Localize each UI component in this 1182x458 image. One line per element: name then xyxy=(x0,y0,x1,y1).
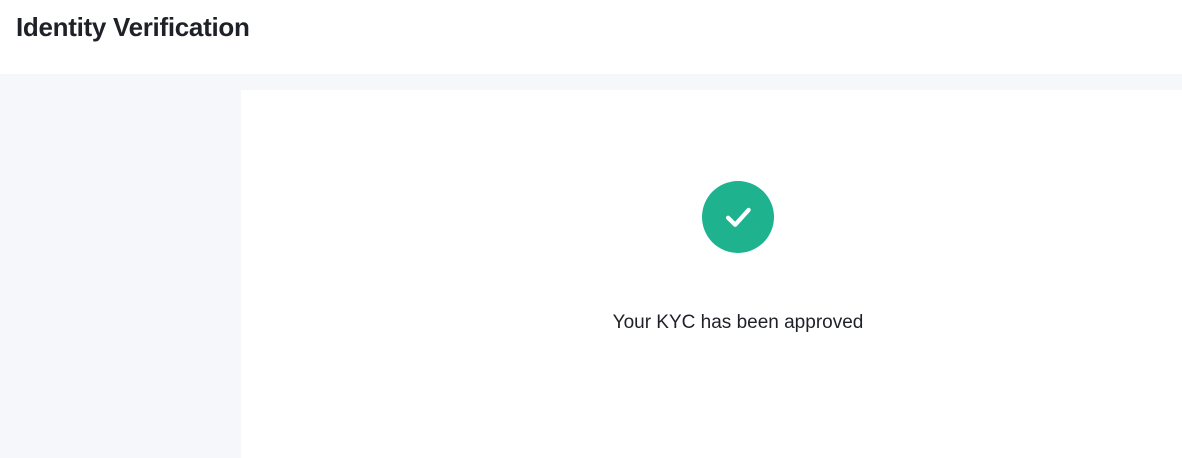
page-title: Identity Verification xyxy=(16,12,250,42)
verification-card: Your KYC has been approved xyxy=(241,90,1182,458)
page: Identity Verification Your KYC has been … xyxy=(0,0,1182,458)
content-area: Your KYC has been approved xyxy=(0,74,1182,458)
status-message: Your KYC has been approved xyxy=(612,312,864,333)
check-circle-icon xyxy=(702,181,774,253)
sidebar xyxy=(0,74,241,458)
header: Identity Verification xyxy=(0,0,1182,74)
checkmark-icon xyxy=(725,207,751,227)
